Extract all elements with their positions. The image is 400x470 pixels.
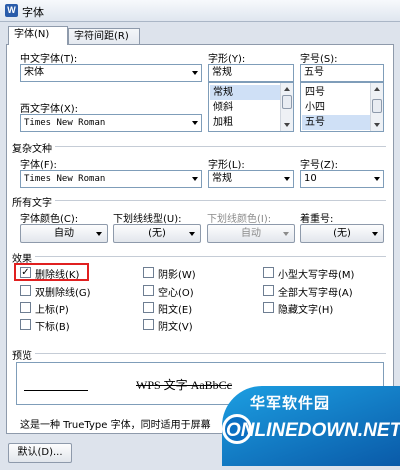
complex-font-label: 字体(F): [20,160,57,171]
hidden-text-checkbox[interactable] [263,302,274,313]
size-option-5[interactable]: 五号 [302,115,370,130]
size-input[interactable]: 五号 [300,64,384,82]
chevron-down-icon [192,121,198,125]
scroll-thumb[interactable] [282,95,292,109]
size-label: 字号(S): [300,54,338,65]
scroll-up-icon[interactable] [284,87,290,91]
complex-size-label: 字号(Z): [300,160,339,171]
small-caps-checkbox[interactable] [263,267,274,278]
preview-group-title: 预览 [12,347,35,362]
western-font-combo[interactable]: Times New Roman [20,114,202,132]
chevron-down-icon [96,232,102,236]
scroll-thumb[interactable] [372,99,382,113]
complex-style-combo[interactable]: 常规 [208,170,294,188]
style-option-regular[interactable]: 常规 [210,85,280,100]
style-option-italic[interactable]: 倾斜 [210,100,280,115]
title-bar [0,0,400,22]
size-scrollbar[interactable] [370,83,383,131]
complex-style-label: 字形(L): [208,160,245,171]
emphasis-label: 着重号: [300,214,334,225]
double-strikethrough-label: 双删除线(G) [35,288,91,299]
wps-app-icon: W [5,4,18,17]
engrave-checkbox[interactable] [143,319,154,330]
underline-style-dropdown[interactable]: (无) [113,224,201,243]
emboss-label: 阳文(E) [158,305,193,316]
emphasis-value: (无) [333,228,351,239]
style-label: 字形(Y): [208,54,246,65]
chevron-down-icon [283,232,289,236]
all-text-separator [12,200,386,201]
font-color-dropdown[interactable]: 自动 [20,224,108,243]
watermark-site-name: 华军软件园 [250,394,331,412]
underline-style-label: 下划线线型(U): [113,214,182,225]
style-option-bold[interactable]: 加粗 [210,115,280,130]
preview-sample-text: WPS 文字 AaBbCc [136,378,233,392]
subscript-label: 下标(B) [35,322,70,333]
underline-color-label: 下划线颜色(I): [207,214,272,225]
tab-font[interactable]: 字体(N) [8,26,68,45]
shadow-label: 阴影(W) [158,270,196,281]
style-listbox[interactable]: 常规 倾斜 加粗 [208,82,294,132]
chevron-down-icon [374,177,380,181]
scroll-down-icon[interactable] [284,123,290,127]
chevron-down-icon [189,232,195,236]
window-title: 字体 [22,6,44,19]
outline-label: 空心(O) [158,288,194,299]
emphasis-dropdown[interactable]: (无) [300,224,384,243]
double-strikethrough-checkbox[interactable] [20,285,31,296]
scroll-up-icon[interactable] [374,87,380,91]
style-input[interactable]: 常规 [208,64,294,82]
preview-separator [12,353,386,354]
size-listbox[interactable]: 四号 小四 五号 [300,82,384,132]
complex-size-combo[interactable]: 10 [300,170,384,188]
font-color-label: 字体颜色(C): [20,214,79,225]
complex-separator [12,146,386,147]
underline-style-value: (无) [148,228,166,239]
chinese-font-label: 中文字体(T): [20,54,78,65]
western-font-value: Times New Roman [24,118,106,128]
complex-size-value: 10 [304,173,317,184]
watermark-brand: ONLINEDOWN.NET [226,420,400,441]
subscript-checkbox[interactable] [20,319,31,330]
all-caps-label: 全部大写字母(A) [278,288,353,299]
strikethrough-highlight-box [14,263,89,281]
underline-color-value: 自动 [241,228,261,239]
size-option-small-4[interactable]: 小四 [302,100,370,115]
outline-checkbox[interactable] [143,285,154,296]
complex-font-value: Times New Roman [24,174,106,184]
chevron-down-icon [192,177,198,181]
all-caps-checkbox[interactable] [263,285,274,296]
style-scrollbar[interactable] [280,83,293,131]
shadow-checkbox[interactable] [143,267,154,278]
engrave-label: 阴文(V) [158,322,193,333]
chinese-font-combo[interactable]: 宋体 [20,64,202,82]
scroll-down-icon[interactable] [374,123,380,127]
all-text-group-title: 所有文字 [12,194,55,209]
default-button[interactable]: 默认(D)... [8,443,72,463]
chevron-down-icon [372,232,378,236]
chinese-font-value: 宋体 [24,67,44,78]
small-caps-label: 小型大写字母(M) [278,270,355,281]
preview-description: 这是一种 TrueType 字体，同时适用于屏幕 [20,420,211,431]
font-color-value: 自动 [54,228,74,239]
underline-color-dropdown: 自动 [207,224,295,243]
superscript-checkbox[interactable] [20,302,31,313]
complex-style-value: 常规 [212,173,232,184]
western-font-label: 西文字体(X): [20,104,79,115]
effects-separator [12,256,386,257]
preview-baseline [24,390,88,391]
size-option-4[interactable]: 四号 [302,85,370,100]
chevron-down-icon [284,177,290,181]
chevron-down-icon [192,71,198,75]
hidden-text-label: 隐藏文字(H) [278,305,334,316]
complex-group-title: 复杂文种 [12,140,55,155]
complex-font-combo[interactable]: Times New Roman [20,170,202,188]
tab-character-spacing[interactable]: 字符间距(R) [68,28,140,45]
emboss-checkbox[interactable] [143,302,154,313]
superscript-label: 上标(P) [35,305,69,316]
